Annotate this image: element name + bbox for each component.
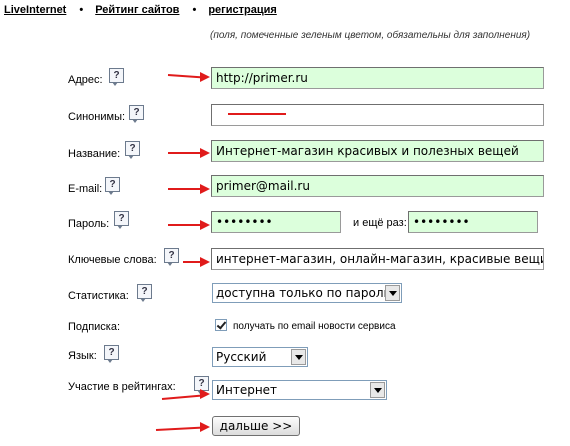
subscription-checkbox[interactable]	[215, 319, 227, 331]
password-label: Пароль:	[68, 218, 110, 230]
password-repeat-label: и ещё раз:	[353, 217, 407, 229]
ratings-label: Участие в рейтингах:	[68, 381, 176, 393]
ratings-select[interactable]: Интернет	[212, 380, 387, 400]
annotation-arrow-line	[167, 74, 204, 79]
nav-separator: •	[79, 4, 84, 16]
statistics-help-icon[interactable]: ?	[137, 284, 152, 302]
annotation-arrow-line	[168, 188, 204, 190]
annotation-arrow-line	[155, 426, 204, 431]
language-label: Язык:	[68, 350, 97, 362]
password-repeat-input[interactable]: ••••••••	[408, 211, 538, 233]
keywords-label: Ключевые слова:	[68, 254, 157, 266]
address-help-icon[interactable]: ?	[109, 68, 124, 86]
address-input[interactable]: http://primer.ru	[211, 67, 544, 89]
synonyms-help-icon[interactable]: ?	[129, 105, 144, 123]
email-input[interactable]: primer@mail.ru	[211, 175, 544, 197]
name-input[interactable]: Интернет-магазин красивых и полезных вещ…	[211, 140, 544, 162]
language-select[interactable]: Русский	[212, 347, 308, 367]
synonyms-input[interactable]	[211, 104, 544, 126]
keywords-help-icon[interactable]: ?	[164, 248, 179, 266]
annotation-arrowhead	[200, 148, 210, 158]
annotation-arrowhead	[200, 72, 210, 82]
language-select-value: Русский	[216, 350, 267, 364]
annotation-arrowhead	[200, 389, 210, 399]
annotation-arrow-line	[168, 152, 204, 154]
statistics-select-value: доступна только по паролю	[216, 286, 394, 300]
chevron-down-icon	[370, 382, 385, 398]
name-label: Название:	[68, 148, 121, 160]
keywords-input[interactable]: интернет-магазин, онлайн-магазин, красив…	[211, 248, 544, 270]
annotation-arrowhead	[200, 184, 210, 194]
next-button[interactable]: дальше >>	[212, 416, 300, 436]
address-label: Адрес:	[68, 74, 103, 86]
annotation-arrowhead	[200, 422, 210, 432]
language-help-icon[interactable]: ?	[104, 345, 119, 363]
subscription-checkbox-label: получать по email новости сервиса	[233, 321, 396, 332]
ratings-select-value: Интернет	[216, 383, 278, 397]
required-fields-note: (поля, помеченные зеленым цветом, обязат…	[210, 30, 531, 41]
annotation-arrow-line	[168, 224, 204, 226]
annotation-arrowhead	[200, 220, 210, 230]
chevron-down-icon	[385, 285, 400, 301]
email-help-icon[interactable]: ?	[105, 177, 120, 195]
nav-link-liveinternet[interactable]: LiveInternet	[4, 4, 66, 16]
subscription-label: Подписка:	[68, 321, 121, 333]
nav-link-registration[interactable]: регистрация	[208, 4, 276, 16]
annotation-arrow-line	[161, 394, 204, 400]
synonyms-label: Синонимы:	[68, 111, 126, 123]
annotation-arrowhead	[200, 257, 210, 267]
nav-link-site-rating[interactable]: Рейтинг сайтов	[95, 4, 179, 16]
statistics-select[interactable]: доступна только по паролю	[212, 283, 402, 303]
top-nav: LiveInternet • Рейтинг сайтов • регистрация	[4, 4, 277, 16]
password-input[interactable]: ••••••••	[211, 211, 341, 233]
chevron-down-icon	[291, 349, 306, 365]
name-help-icon[interactable]: ?	[125, 141, 140, 159]
annotation-strike-line	[228, 113, 286, 115]
password-help-icon[interactable]: ?	[114, 211, 129, 229]
email-label: E-mail:	[68, 183, 103, 195]
nav-separator: •	[192, 4, 197, 16]
statistics-label: Статистика:	[68, 290, 129, 302]
